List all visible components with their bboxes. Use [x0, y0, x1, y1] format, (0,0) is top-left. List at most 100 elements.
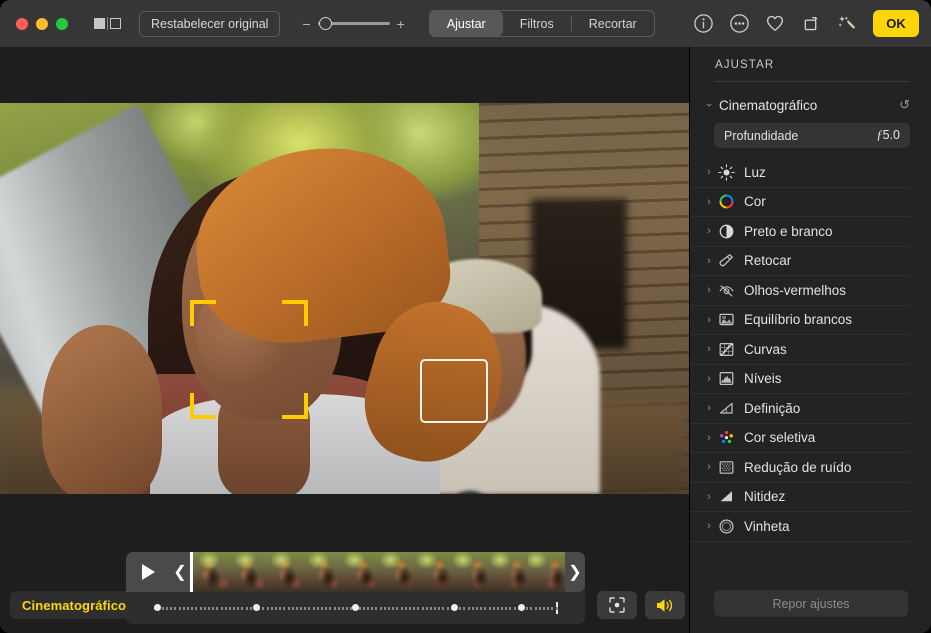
chevron-right-icon[interactable]: › [702, 314, 716, 326]
chevron-right-icon[interactable]: › [702, 225, 716, 237]
filmstrip-frame[interactable] [416, 552, 453, 592]
more-options-icon[interactable] [723, 9, 755, 39]
chevron-right-icon[interactable]: › [702, 402, 716, 414]
scrubber-tick [426, 607, 428, 610]
scrubber-keyframe[interactable] [154, 604, 161, 611]
zoom-window-button[interactable] [56, 18, 68, 30]
chevron-right-icon[interactable]: › [702, 166, 716, 178]
scrubber-tick [547, 607, 549, 610]
scrubber-keyframe[interactable] [518, 604, 525, 611]
filmstrip-frame[interactable] [453, 552, 490, 592]
filmstrip-frame[interactable] [230, 552, 267, 592]
restore-original-label: Restabelecer original [151, 17, 268, 31]
sidebar-item-cor-seletiva[interactable]: ›Cor seletiva [690, 424, 910, 454]
filmstrip-frame[interactable] [379, 552, 416, 592]
split-view-icon[interactable] [94, 17, 121, 30]
chevron-right-icon[interactable]: › [702, 432, 716, 444]
scrubber-tick [363, 607, 365, 610]
tab-ajustar[interactable]: Ajustar [430, 11, 503, 36]
play-icon[interactable] [126, 552, 170, 592]
chevron-right-icon[interactable]: › [702, 343, 716, 355]
sidebar-item-olhos-vermelhos[interactable]: ›Olhos-vermelhos [690, 276, 910, 306]
sidebar-group-cinematografico[interactable]: › Cinematográfico ↺ [690, 92, 931, 118]
filmstrip-frame[interactable] [305, 552, 342, 592]
scrubber-keyframe[interactable] [253, 604, 260, 611]
cinematic-mode-badge-label: Cinematográfico [22, 598, 126, 613]
play-triangle [142, 564, 155, 580]
curves-grid-icon [718, 341, 735, 358]
sidebar-item-retocar[interactable]: ›Retocar [690, 247, 910, 277]
sidebar-item-vinheta[interactable]: ›Vinheta [690, 512, 910, 542]
restore-original-button[interactable]: Restabelecer original [139, 11, 280, 37]
secondary-face-focus-box[interactable] [420, 359, 488, 423]
filmstrip-frame[interactable] [267, 552, 304, 592]
trim-left-handle-icon[interactable]: ❮ [170, 552, 190, 592]
sidebar-item-curvas[interactable]: ›Curvas [690, 335, 910, 365]
scrubber-tick [480, 607, 482, 610]
cinematic-mode-badge[interactable]: Cinematográfico [10, 591, 138, 619]
chevron-right-icon[interactable]: › [702, 284, 716, 296]
favorite-heart-icon[interactable] [759, 9, 791, 39]
revert-arrow-icon[interactable]: ↺ [899, 97, 910, 113]
scrubber-tick [489, 607, 491, 610]
scrubber-tick [401, 607, 403, 610]
sidebar-item-definio[interactable]: ›Definição [690, 394, 910, 424]
sidebar-item-reduo-de-rudo[interactable]: ›Redução de ruído [690, 453, 910, 483]
image-canvas-area: Cinematográfico ❮ ❯ [0, 47, 689, 633]
sidebar-item-luz[interactable]: ›Luz [690, 158, 910, 188]
scrubber-keyframe[interactable] [352, 604, 359, 611]
split-view-divider [107, 17, 108, 30]
scrubber-tick [430, 607, 432, 610]
vignette-circle-icon [718, 518, 735, 535]
svg-text:B: B [722, 319, 725, 324]
scrubber-tick [346, 607, 348, 610]
tab-recortar-label: Recortar [589, 17, 637, 31]
tab-filtros[interactable]: Filtros [503, 11, 571, 36]
info-icon[interactable] [687, 9, 719, 39]
auto-enhance-icon[interactable] [831, 9, 863, 39]
depth-control-row[interactable]: Profundidade ƒ5.0 [714, 123, 910, 148]
timeline-scrubber[interactable] [126, 592, 585, 624]
scrubber-keyframe[interactable] [451, 604, 458, 611]
focus-point-icon[interactable] [597, 591, 637, 619]
scrubber-tick [179, 607, 181, 610]
zoom-slider-knob[interactable] [319, 17, 332, 30]
chevron-right-icon[interactable]: › [702, 461, 716, 473]
noise-reduction-icon [718, 459, 735, 476]
close-window-button[interactable] [16, 18, 28, 30]
sidebar-item-nitidez[interactable]: › Nitidez [690, 483, 910, 513]
sidebar-item-equilbrio-brancos[interactable]: ›WBEquilíbrio brancos [690, 306, 910, 336]
filmstrip-frame[interactable] [491, 552, 528, 592]
photo-preview[interactable] [0, 103, 689, 494]
chevron-right-icon[interactable]: › [702, 520, 716, 532]
sidebar-item-label: Nitidez [744, 489, 785, 504]
scrubber-tick [279, 607, 281, 610]
zoom-slider[interactable] [318, 22, 390, 25]
reset-adjustments-button[interactable]: Repor ajustes [714, 590, 908, 617]
minimize-window-button[interactable] [36, 18, 48, 30]
rotate-icon[interactable] [795, 9, 827, 39]
filmstrip-frames[interactable] [190, 552, 565, 592]
sidebar-item-preto-e-branco[interactable]: ›Preto e branco [690, 217, 910, 247]
filmstrip-frame[interactable] [342, 552, 379, 592]
chevron-right-icon[interactable]: › [702, 196, 716, 208]
scrubber-tick [283, 607, 285, 610]
chevron-right-icon[interactable]: › [702, 255, 716, 267]
sidebar-item-nveis[interactable]: ›Níveis [690, 365, 910, 395]
primary-face-focus-box[interactable] [190, 300, 308, 419]
tab-recortar[interactable]: Recortar [572, 11, 654, 36]
filmstrip-frame[interactable] [528, 552, 565, 592]
zoom-out-button[interactable]: − [302, 17, 310, 31]
filmstrip-frame[interactable] [193, 552, 230, 592]
scrubber-tick [388, 607, 390, 610]
sidebar-item-cor[interactable]: ›Cor [690, 188, 910, 218]
chevron-right-icon[interactable]: › [702, 491, 716, 503]
scrubber-track[interactable] [154, 602, 558, 614]
chevron-right-icon[interactable]: › [702, 373, 716, 385]
zoom-in-button[interactable]: + [397, 17, 405, 31]
chevron-down-icon[interactable]: › [703, 98, 715, 112]
white-balance-icon: WB [718, 311, 735, 328]
speaker-on-icon[interactable] [645, 591, 685, 619]
ok-button[interactable]: OK [873, 10, 919, 37]
trim-right-handle-icon[interactable]: ❯ [565, 552, 585, 592]
